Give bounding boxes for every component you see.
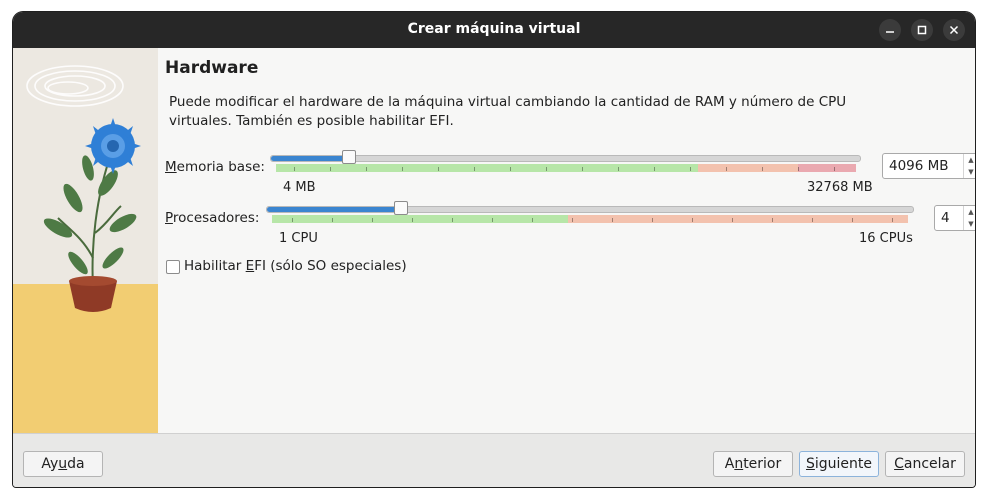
processors-slider[interactable] bbox=[266, 206, 914, 213]
processors-label: Procesadores: bbox=[165, 210, 259, 226]
memory-spinbox-arrows: ▲ ▼ bbox=[963, 154, 975, 178]
back-button-mnemonic: n bbox=[734, 456, 744, 472]
processors-max-label: 16 CPUs bbox=[859, 231, 913, 246]
back-button-prefix: A bbox=[724, 456, 735, 472]
help-button-mnemonic: u bbox=[58, 456, 68, 472]
tick bbox=[798, 167, 799, 171]
tick bbox=[690, 167, 691, 171]
memory-slider-fill bbox=[271, 156, 349, 161]
efi-label-rest: FI (sólo SO especiales) bbox=[254, 258, 407, 274]
tick bbox=[372, 218, 373, 222]
tick bbox=[546, 167, 547, 171]
memory-slider-ticks bbox=[276, 164, 856, 172]
button-bar: Ay u da An terior Siguiente Cancelar bbox=[13, 433, 975, 487]
back-button-rest: terior bbox=[743, 456, 782, 472]
tick bbox=[692, 218, 693, 222]
tick bbox=[654, 167, 655, 171]
processors-spinbox-arrows: ▲ ▼ bbox=[963, 206, 975, 230]
tick bbox=[652, 218, 653, 222]
tick bbox=[834, 167, 835, 171]
tick bbox=[452, 218, 453, 222]
processors-min-label: 1 CPU bbox=[279, 231, 318, 246]
efi-label-prefix: Habilitar bbox=[184, 258, 246, 274]
processors-slider-fill bbox=[267, 207, 401, 212]
wizard-page: Hardware Puede modificar el hardware de … bbox=[158, 48, 975, 433]
close-icon bbox=[949, 25, 959, 35]
tick bbox=[332, 218, 333, 222]
memory-min-label: 4 MB bbox=[283, 180, 316, 195]
spin-up-icon[interactable]: ▲ bbox=[964, 154, 975, 166]
maximize-icon bbox=[917, 25, 927, 35]
help-button-prefix: Ay bbox=[41, 456, 59, 472]
next-button[interactable]: Siguiente bbox=[799, 451, 879, 477]
back-button[interactable]: An terior bbox=[713, 451, 793, 477]
tick bbox=[582, 167, 583, 171]
tick bbox=[294, 167, 295, 171]
tick bbox=[812, 218, 813, 222]
processors-label-text: rocesadores: bbox=[172, 210, 260, 226]
memory-label-mnemonic: M bbox=[165, 159, 177, 175]
memory-label: Memoria base: bbox=[165, 159, 265, 175]
minimize-icon bbox=[885, 25, 895, 35]
memory-label-text: emoria base: bbox=[176, 159, 265, 175]
plant-illustration bbox=[13, 48, 158, 433]
next-button-mnemonic: S bbox=[805, 456, 815, 472]
tick bbox=[292, 218, 293, 222]
tick bbox=[366, 167, 367, 171]
tick bbox=[438, 167, 439, 171]
efi-label-mnemonic: E bbox=[245, 258, 255, 274]
tick bbox=[726, 167, 727, 171]
title-bar: Crear máquina virtual bbox=[13, 12, 975, 48]
tick bbox=[474, 167, 475, 171]
tick bbox=[532, 218, 533, 222]
tick bbox=[330, 167, 331, 171]
tick bbox=[732, 218, 733, 222]
tick bbox=[892, 218, 893, 222]
help-button-rest: da bbox=[67, 456, 85, 472]
processors-slider-handle[interactable] bbox=[394, 201, 408, 215]
efi-label[interactable]: Habilitar EFI (sólo SO especiales) bbox=[184, 258, 407, 274]
cancel-button-rest: ancelar bbox=[903, 456, 956, 472]
tick bbox=[510, 167, 511, 171]
cancel-button-mnemonic: C bbox=[894, 456, 904, 472]
spin-down-icon[interactable]: ▼ bbox=[964, 166, 975, 178]
processors-label-mnemonic: P bbox=[165, 210, 173, 226]
close-button[interactable] bbox=[943, 19, 965, 41]
window-title: Crear máquina virtual bbox=[407, 21, 581, 37]
minimize-button[interactable] bbox=[879, 19, 901, 41]
tick bbox=[412, 218, 413, 222]
dialog-window: Crear máquina virtual Hardware Puede mod… bbox=[13, 12, 975, 487]
processors-slider-ticks bbox=[272, 215, 908, 223]
spin-down-icon[interactable]: ▼ bbox=[964, 218, 975, 230]
tick bbox=[762, 167, 763, 171]
tick bbox=[612, 218, 613, 222]
processors-spinbox-value: 4 bbox=[941, 210, 950, 226]
tick bbox=[402, 167, 403, 171]
processors-spinbox[interactable]: 4 ▲ ▼ bbox=[934, 205, 975, 231]
tick bbox=[492, 218, 493, 222]
help-button[interactable]: Ay u da bbox=[23, 451, 103, 477]
tick bbox=[852, 218, 853, 222]
efi-checkbox[interactable] bbox=[166, 260, 180, 274]
maximize-button[interactable] bbox=[911, 19, 933, 41]
tick bbox=[572, 218, 573, 222]
memory-spinbox[interactable]: 4096 MB ▲ ▼ bbox=[882, 153, 975, 179]
tick bbox=[618, 167, 619, 171]
tick bbox=[772, 218, 773, 222]
next-button-rest: iguiente bbox=[814, 456, 873, 472]
memory-slider-handle[interactable] bbox=[342, 150, 356, 164]
memory-max-label: 32768 MB bbox=[807, 180, 873, 195]
wizard-side-illustration bbox=[13, 48, 158, 433]
memory-spinbox-value: 4096 MB bbox=[889, 158, 949, 174]
page-description: Puede modificar el hardware de la máquin… bbox=[169, 94, 847, 129]
page-title: Hardware bbox=[165, 58, 259, 78]
memory-slider[interactable] bbox=[270, 155, 861, 162]
spin-up-icon[interactable]: ▲ bbox=[964, 206, 975, 218]
cancel-button[interactable]: Cancelar bbox=[885, 451, 965, 477]
